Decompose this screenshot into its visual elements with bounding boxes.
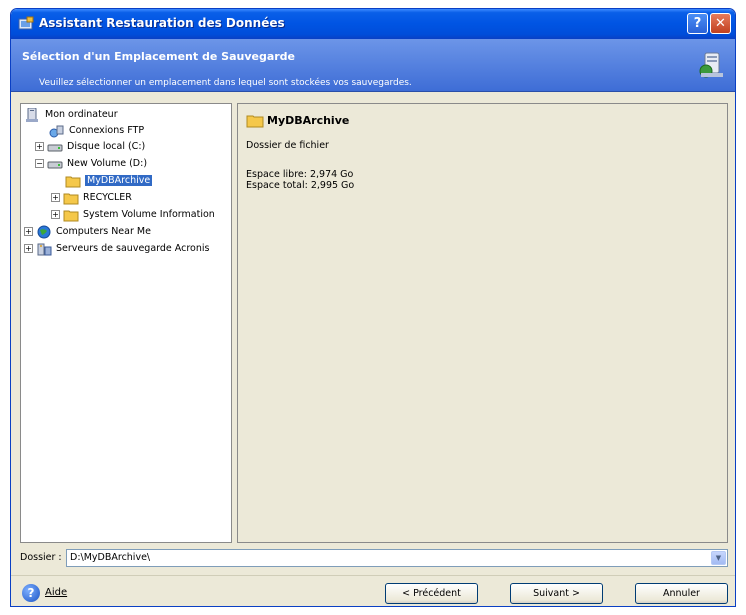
title-bar[interactable]: Assistant Restauration des Données ? ✕ [11, 9, 735, 39]
folder-icon [246, 115, 264, 128]
selected-folder-type: Dossier de fichier [246, 140, 329, 151]
tree-item-new-volume-d[interactable]: − New Volume (D:) [35, 156, 147, 171]
expand-toggle[interactable]: + [24, 227, 33, 236]
tree-item-my-computer[interactable]: Mon ordinateur [25, 107, 118, 122]
ftp-icon [49, 125, 64, 137]
computer-icon [26, 107, 38, 122]
tree-item-recycler[interactable]: + RECYCLER [51, 190, 132, 205]
expand-toggle[interactable]: + [35, 142, 44, 151]
backup-server-icon [37, 243, 52, 255]
help-icon[interactable]: ? [22, 584, 40, 602]
tree-item-local-disk-c[interactable]: + Disque local (C:) [35, 139, 145, 154]
chevron-down-icon[interactable]: ▼ [711, 551, 726, 565]
tree-item-label: Serveurs de sauvegarde Acronis [56, 243, 210, 254]
step-title: Sélection d'un Emplacement de Sauvegarde [22, 50, 296, 63]
step-subtitle: Veuillez sélectionner un emplacement dan… [39, 78, 412, 88]
tree-item-system-volume-information[interactable]: + System Volume Information [51, 207, 215, 222]
tree-item-label: New Volume (D:) [67, 158, 148, 169]
tree-item-label: System Volume Information [83, 209, 215, 220]
computer-restore-icon [699, 52, 723, 78]
folder-path-value: D:\MyDBArchive\ [70, 552, 151, 563]
selected-folder-name: MyDBArchive [267, 114, 350, 127]
tree-item-mydbarchive[interactable]: MyDBArchive [65, 173, 153, 188]
wizard-header: Sélection d'un Emplacement de Sauvegarde… [11, 39, 735, 92]
folder-tree[interactable]: Mon ordinateur Connexions FTP + Disque l… [20, 103, 232, 543]
wizard-footer: ? Aide < Précédent Suivant > Annuler [11, 575, 735, 606]
tree-item-acronis-backup-servers[interactable]: + Serveurs de sauvegarde Acronis [24, 241, 209, 256]
folder-icon [65, 176, 81, 187]
total-space-text: Espace total: 2,995 Go [246, 180, 355, 191]
folder-icon [63, 193, 79, 204]
expand-toggle[interactable]: + [51, 210, 60, 219]
drive-icon [47, 144, 63, 151]
close-button[interactable]: ✕ [710, 13, 731, 34]
tree-item-computers-near-me[interactable]: + Computers Near Me [24, 224, 151, 239]
expand-toggle[interactable]: + [51, 193, 60, 202]
next-button[interactable]: Suivant > [510, 583, 603, 604]
folder-path-combobox[interactable]: D:\MyDBArchive\ ▼ [66, 549, 728, 567]
collapse-toggle[interactable]: − [35, 159, 44, 168]
folder-path-row: Dossier : D:\MyDBArchive\ ▼ [20, 549, 728, 567]
cancel-button[interactable]: Annuler [635, 583, 728, 604]
tree-item-label: Mon ordinateur [45, 109, 118, 120]
wizard-app-icon [18, 16, 34, 30]
restore-wizard-window: Assistant Restauration des Données ? ✕ S… [10, 8, 736, 607]
tree-item-label: Computers Near Me [56, 226, 151, 237]
window-title: Assistant Restauration des Données [39, 16, 285, 30]
previous-button[interactable]: < Précédent [385, 583, 478, 604]
tree-item-label: Disque local (C:) [67, 141, 146, 152]
free-space-text: Espace libre: 2,974 Go [246, 169, 354, 180]
tree-item-label: Connexions FTP [69, 125, 145, 136]
tree-item-ftp[interactable]: Connexions FTP [49, 123, 144, 138]
tree-item-label: RECYCLER [83, 192, 132, 203]
tree-item-label-selected: MyDBArchive [85, 175, 153, 186]
network-globe-icon [37, 225, 51, 238]
help-link[interactable]: Aide [45, 587, 67, 598]
drive-icon [47, 161, 63, 168]
help-title-button[interactable]: ? [687, 13, 708, 34]
folder-icon [63, 210, 79, 221]
folder-label: Dossier : [20, 552, 62, 563]
expand-toggle[interactable]: + [24, 244, 33, 253]
details-pane: MyDBArchive Dossier de fichier Espace li… [237, 103, 728, 543]
